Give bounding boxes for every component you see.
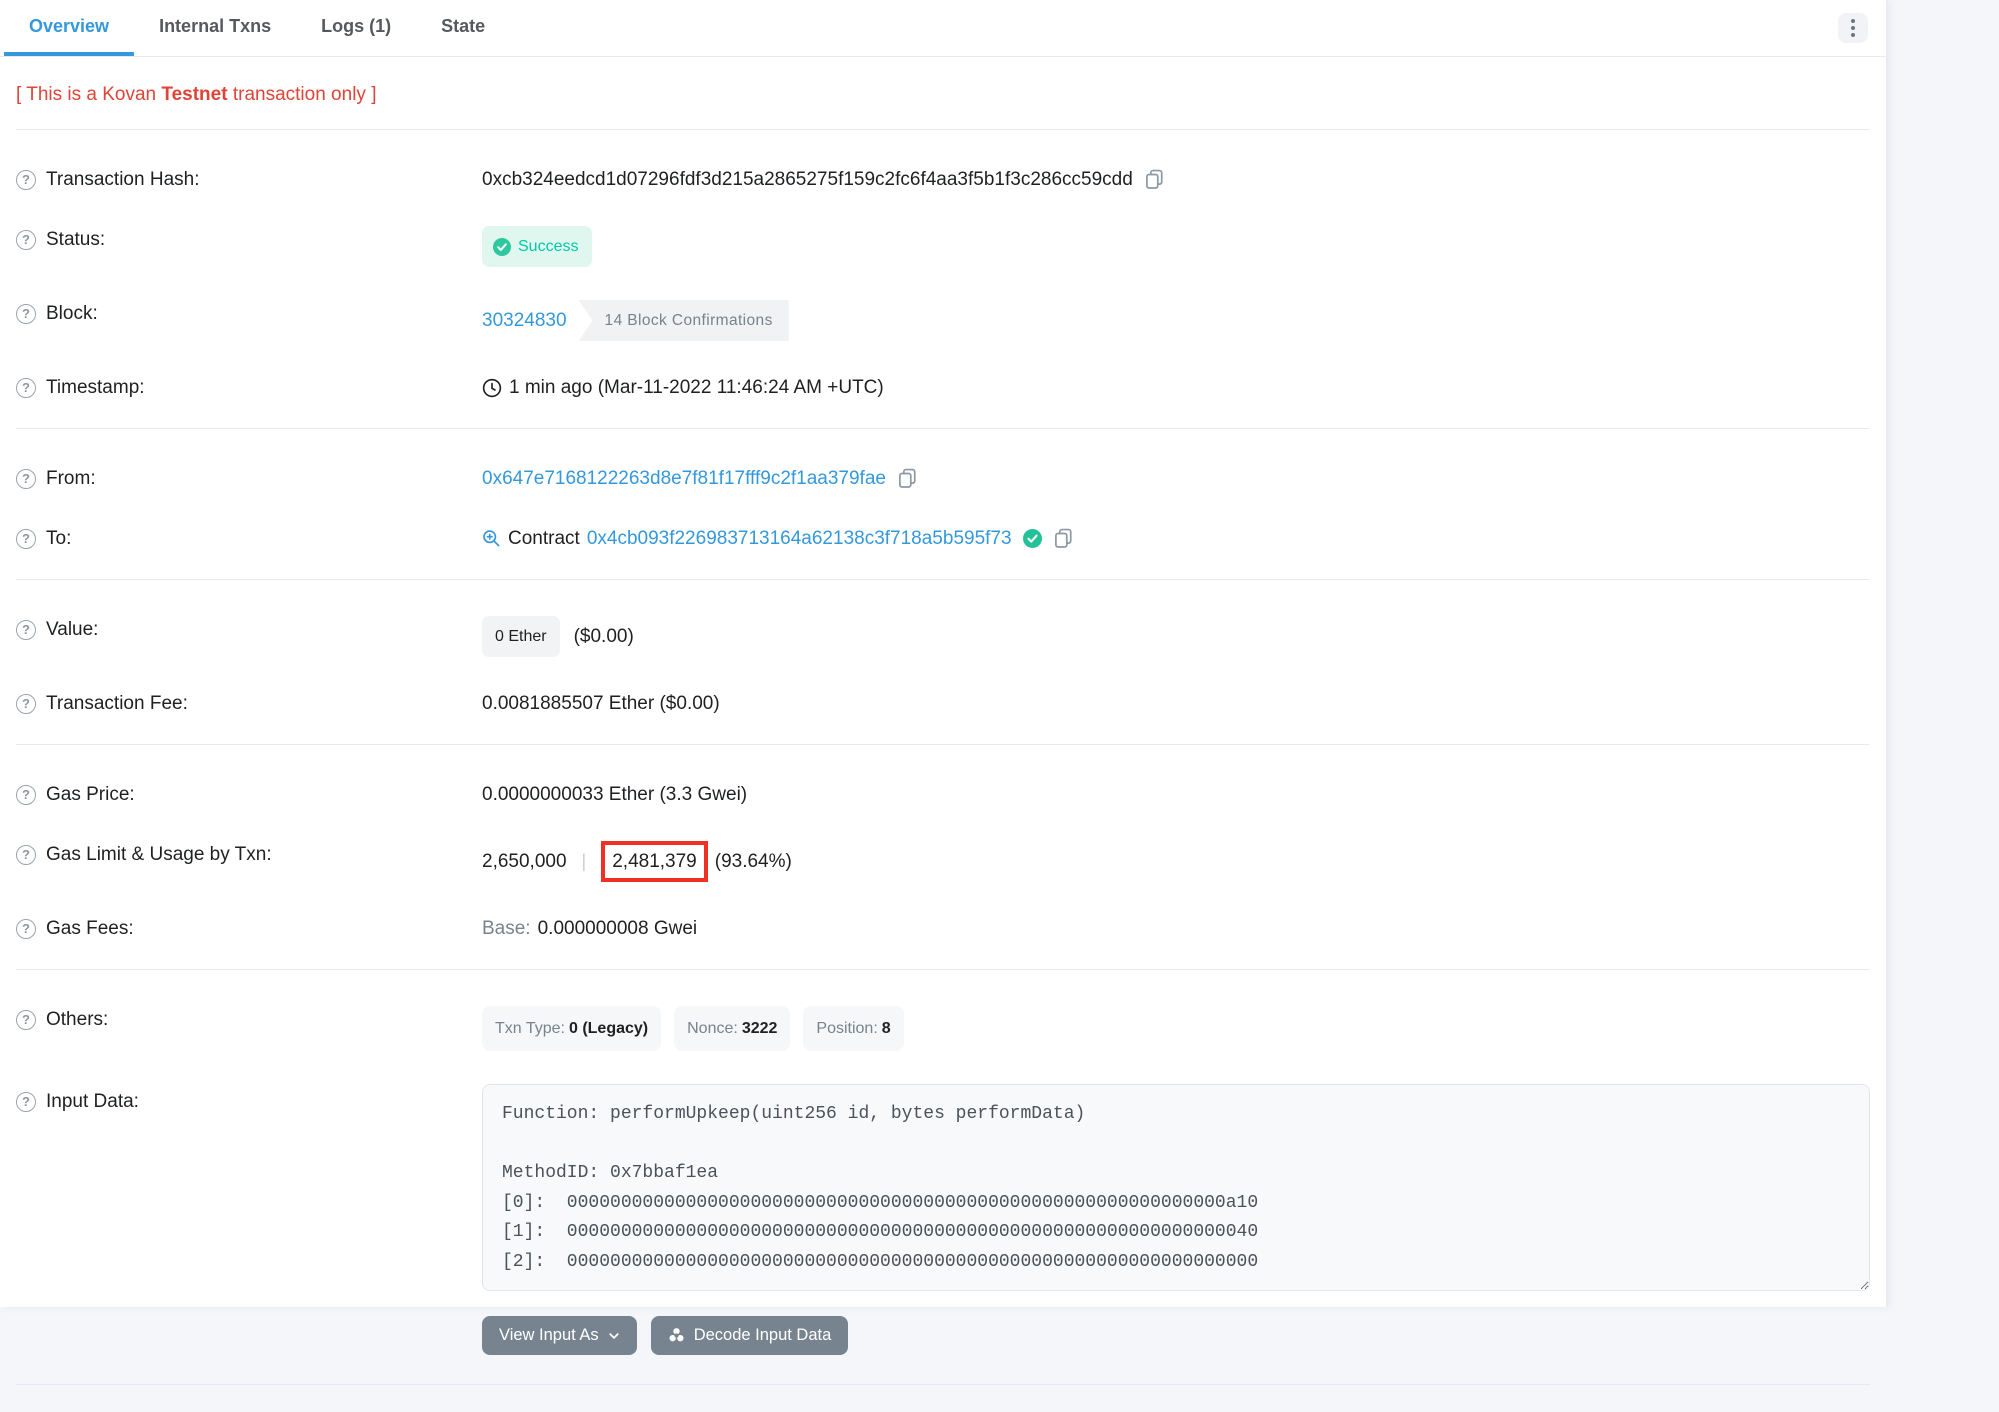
to-label: To: bbox=[46, 525, 71, 552]
zoom-in-icon[interactable] bbox=[482, 529, 501, 548]
row-gas-price: Gas Price: 0.0000000033 Ether (3.3 Gwei) bbox=[16, 781, 1870, 808]
status-badge: Success bbox=[482, 226, 592, 267]
tab-state[interactable]: State bbox=[416, 0, 510, 56]
tab-bar: Overview Internal Txns Logs (1) State bbox=[0, 0, 1886, 57]
gas-used-value: 2,481,379 bbox=[612, 851, 697, 872]
tab-internal-txns[interactable]: Internal Txns bbox=[134, 0, 296, 56]
nonce-badge: Nonce:3222 bbox=[674, 1006, 790, 1051]
block-confirmations-badge: 14 Block Confirmations bbox=[579, 300, 789, 341]
row-others: Others: Txn Type:0 (Legacy) Nonce:3222 P… bbox=[16, 1006, 1870, 1051]
section-value: Value: 0 Ether ($0.00) Transaction Fee: … bbox=[16, 579, 1870, 717]
bottom-divider bbox=[16, 1384, 1870, 1412]
to-address-link[interactable]: 0x4cb093f226983713164a62138c3f718a5b595f… bbox=[587, 525, 1012, 552]
timestamp-value: 1 min ago (Mar-11-2022 11:46:24 AM +UTC) bbox=[509, 374, 884, 401]
copy-icon[interactable] bbox=[1053, 528, 1074, 549]
kebab-icon bbox=[1851, 19, 1855, 23]
gas-used-annotation-box: 2,481,379 bbox=[601, 841, 708, 882]
txn-type-badge: Txn Type:0 (Legacy) bbox=[482, 1006, 661, 1051]
gas-fees-base-value: 0.000000008 Gwei bbox=[538, 915, 698, 942]
help-icon bbox=[16, 620, 36, 640]
gas-used-percent: (93.64%) bbox=[715, 848, 792, 875]
help-icon bbox=[16, 170, 36, 190]
value-usd: ($0.00) bbox=[574, 623, 634, 650]
help-icon bbox=[16, 785, 36, 805]
transaction-hash-label: Transaction Hash: bbox=[46, 166, 199, 193]
help-icon bbox=[16, 529, 36, 549]
section-summary: Transaction Hash: 0xcb324eedcd1d07296fdf… bbox=[16, 129, 1870, 401]
row-gas-limit-usage: Gas Limit & Usage by Txn: 2,650,000 | 2,… bbox=[16, 841, 1870, 882]
gas-limit-label: Gas Limit & Usage by Txn: bbox=[46, 841, 272, 868]
section-others: Others: Txn Type:0 (Legacy) Nonce:3222 P… bbox=[16, 969, 1870, 1384]
clock-icon bbox=[482, 378, 502, 398]
help-icon bbox=[16, 845, 36, 865]
help-icon bbox=[16, 919, 36, 939]
row-input-data: Input Data: Function: performUpkeep(uint… bbox=[16, 1084, 1870, 1384]
help-icon bbox=[16, 469, 36, 489]
section-parties: From: 0x647e7168122263d8e7f81f17fff9c2f1… bbox=[16, 428, 1870, 552]
help-icon bbox=[16, 304, 36, 324]
gas-price-label: Gas Price: bbox=[46, 781, 135, 808]
gas-separator: | bbox=[582, 848, 587, 875]
status-label: Status: bbox=[46, 226, 105, 253]
input-data-label: Input Data: bbox=[46, 1088, 139, 1115]
help-icon bbox=[16, 1092, 36, 1112]
row-gas-fees: Gas Fees: Base: 0.000000008 Gwei bbox=[16, 915, 1870, 942]
from-address-link[interactable]: 0x647e7168122263d8e7f81f17fff9c2f1aa379f… bbox=[482, 465, 886, 492]
decode-fan-icon bbox=[668, 1327, 685, 1344]
to-contract-label: Contract bbox=[508, 525, 580, 552]
copy-icon[interactable] bbox=[1144, 169, 1165, 190]
decode-input-data-button[interactable]: Decode Input Data bbox=[651, 1316, 849, 1355]
transaction-hash-value: 0xcb324eedcd1d07296fdf3d215a2865275f159c… bbox=[482, 166, 1133, 193]
transaction-fee-value: 0.0081885507 Ether ($0.00) bbox=[482, 690, 720, 717]
gas-fees-base-label: Base: bbox=[482, 915, 531, 942]
row-transaction-hash: Transaction Hash: 0xcb324eedcd1d07296fdf… bbox=[16, 166, 1870, 193]
block-number-link[interactable]: 30324830 bbox=[482, 307, 567, 334]
help-icon bbox=[16, 230, 36, 250]
from-label: From: bbox=[46, 465, 96, 492]
row-block: Block: 30324830 14 Block Confirmations bbox=[16, 300, 1870, 341]
others-label: Others: bbox=[46, 1006, 108, 1033]
help-icon bbox=[16, 378, 36, 398]
row-value: Value: 0 Ether ($0.00) bbox=[16, 616, 1870, 657]
check-circle-icon bbox=[493, 238, 511, 256]
transaction-fee-label: Transaction Fee: bbox=[46, 690, 188, 717]
gas-limit-value: 2,650,000 bbox=[482, 848, 567, 875]
transaction-details-card: Overview Internal Txns Logs (1) State [ … bbox=[0, 0, 1887, 1307]
gas-fees-label: Gas Fees: bbox=[46, 915, 134, 942]
row-transaction-fee: Transaction Fee: 0.0081885507 Ether ($0.… bbox=[16, 690, 1870, 717]
chevron-down-icon bbox=[608, 1330, 620, 1342]
copy-icon[interactable] bbox=[897, 468, 918, 489]
verified-contract-icon bbox=[1023, 529, 1042, 548]
input-data-textarea[interactable]: Function: performUpkeep(uint256 id, byte… bbox=[482, 1084, 1870, 1291]
view-input-as-button[interactable]: View Input As bbox=[482, 1316, 637, 1355]
tab-overview[interactable]: Overview bbox=[4, 0, 134, 56]
tab-logs[interactable]: Logs (1) bbox=[296, 0, 416, 56]
more-options-button[interactable] bbox=[1838, 13, 1868, 43]
value-amount-badge: 0 Ether bbox=[482, 616, 560, 657]
section-gas: Gas Price: 0.0000000033 Ether (3.3 Gwei)… bbox=[16, 744, 1870, 942]
help-icon bbox=[16, 694, 36, 714]
row-from: From: 0x647e7168122263d8e7f81f17fff9c2f1… bbox=[16, 465, 1870, 492]
gas-price-value: 0.0000000033 Ether (3.3 Gwei) bbox=[482, 781, 747, 808]
testnet-notice: [ This is a Kovan Testnet transaction on… bbox=[16, 57, 1870, 129]
value-label: Value: bbox=[46, 616, 98, 643]
position-badge: Position:8 bbox=[803, 1006, 903, 1051]
row-timestamp: Timestamp: 1 min ago (Mar-11-2022 11:46:… bbox=[16, 374, 1870, 401]
help-icon bbox=[16, 1010, 36, 1030]
row-status: Status: Success bbox=[16, 226, 1870, 267]
row-to: To: Contract 0x4cb093f226983713164a62138… bbox=[16, 525, 1870, 552]
block-label: Block: bbox=[46, 300, 98, 327]
timestamp-label: Timestamp: bbox=[46, 374, 145, 401]
